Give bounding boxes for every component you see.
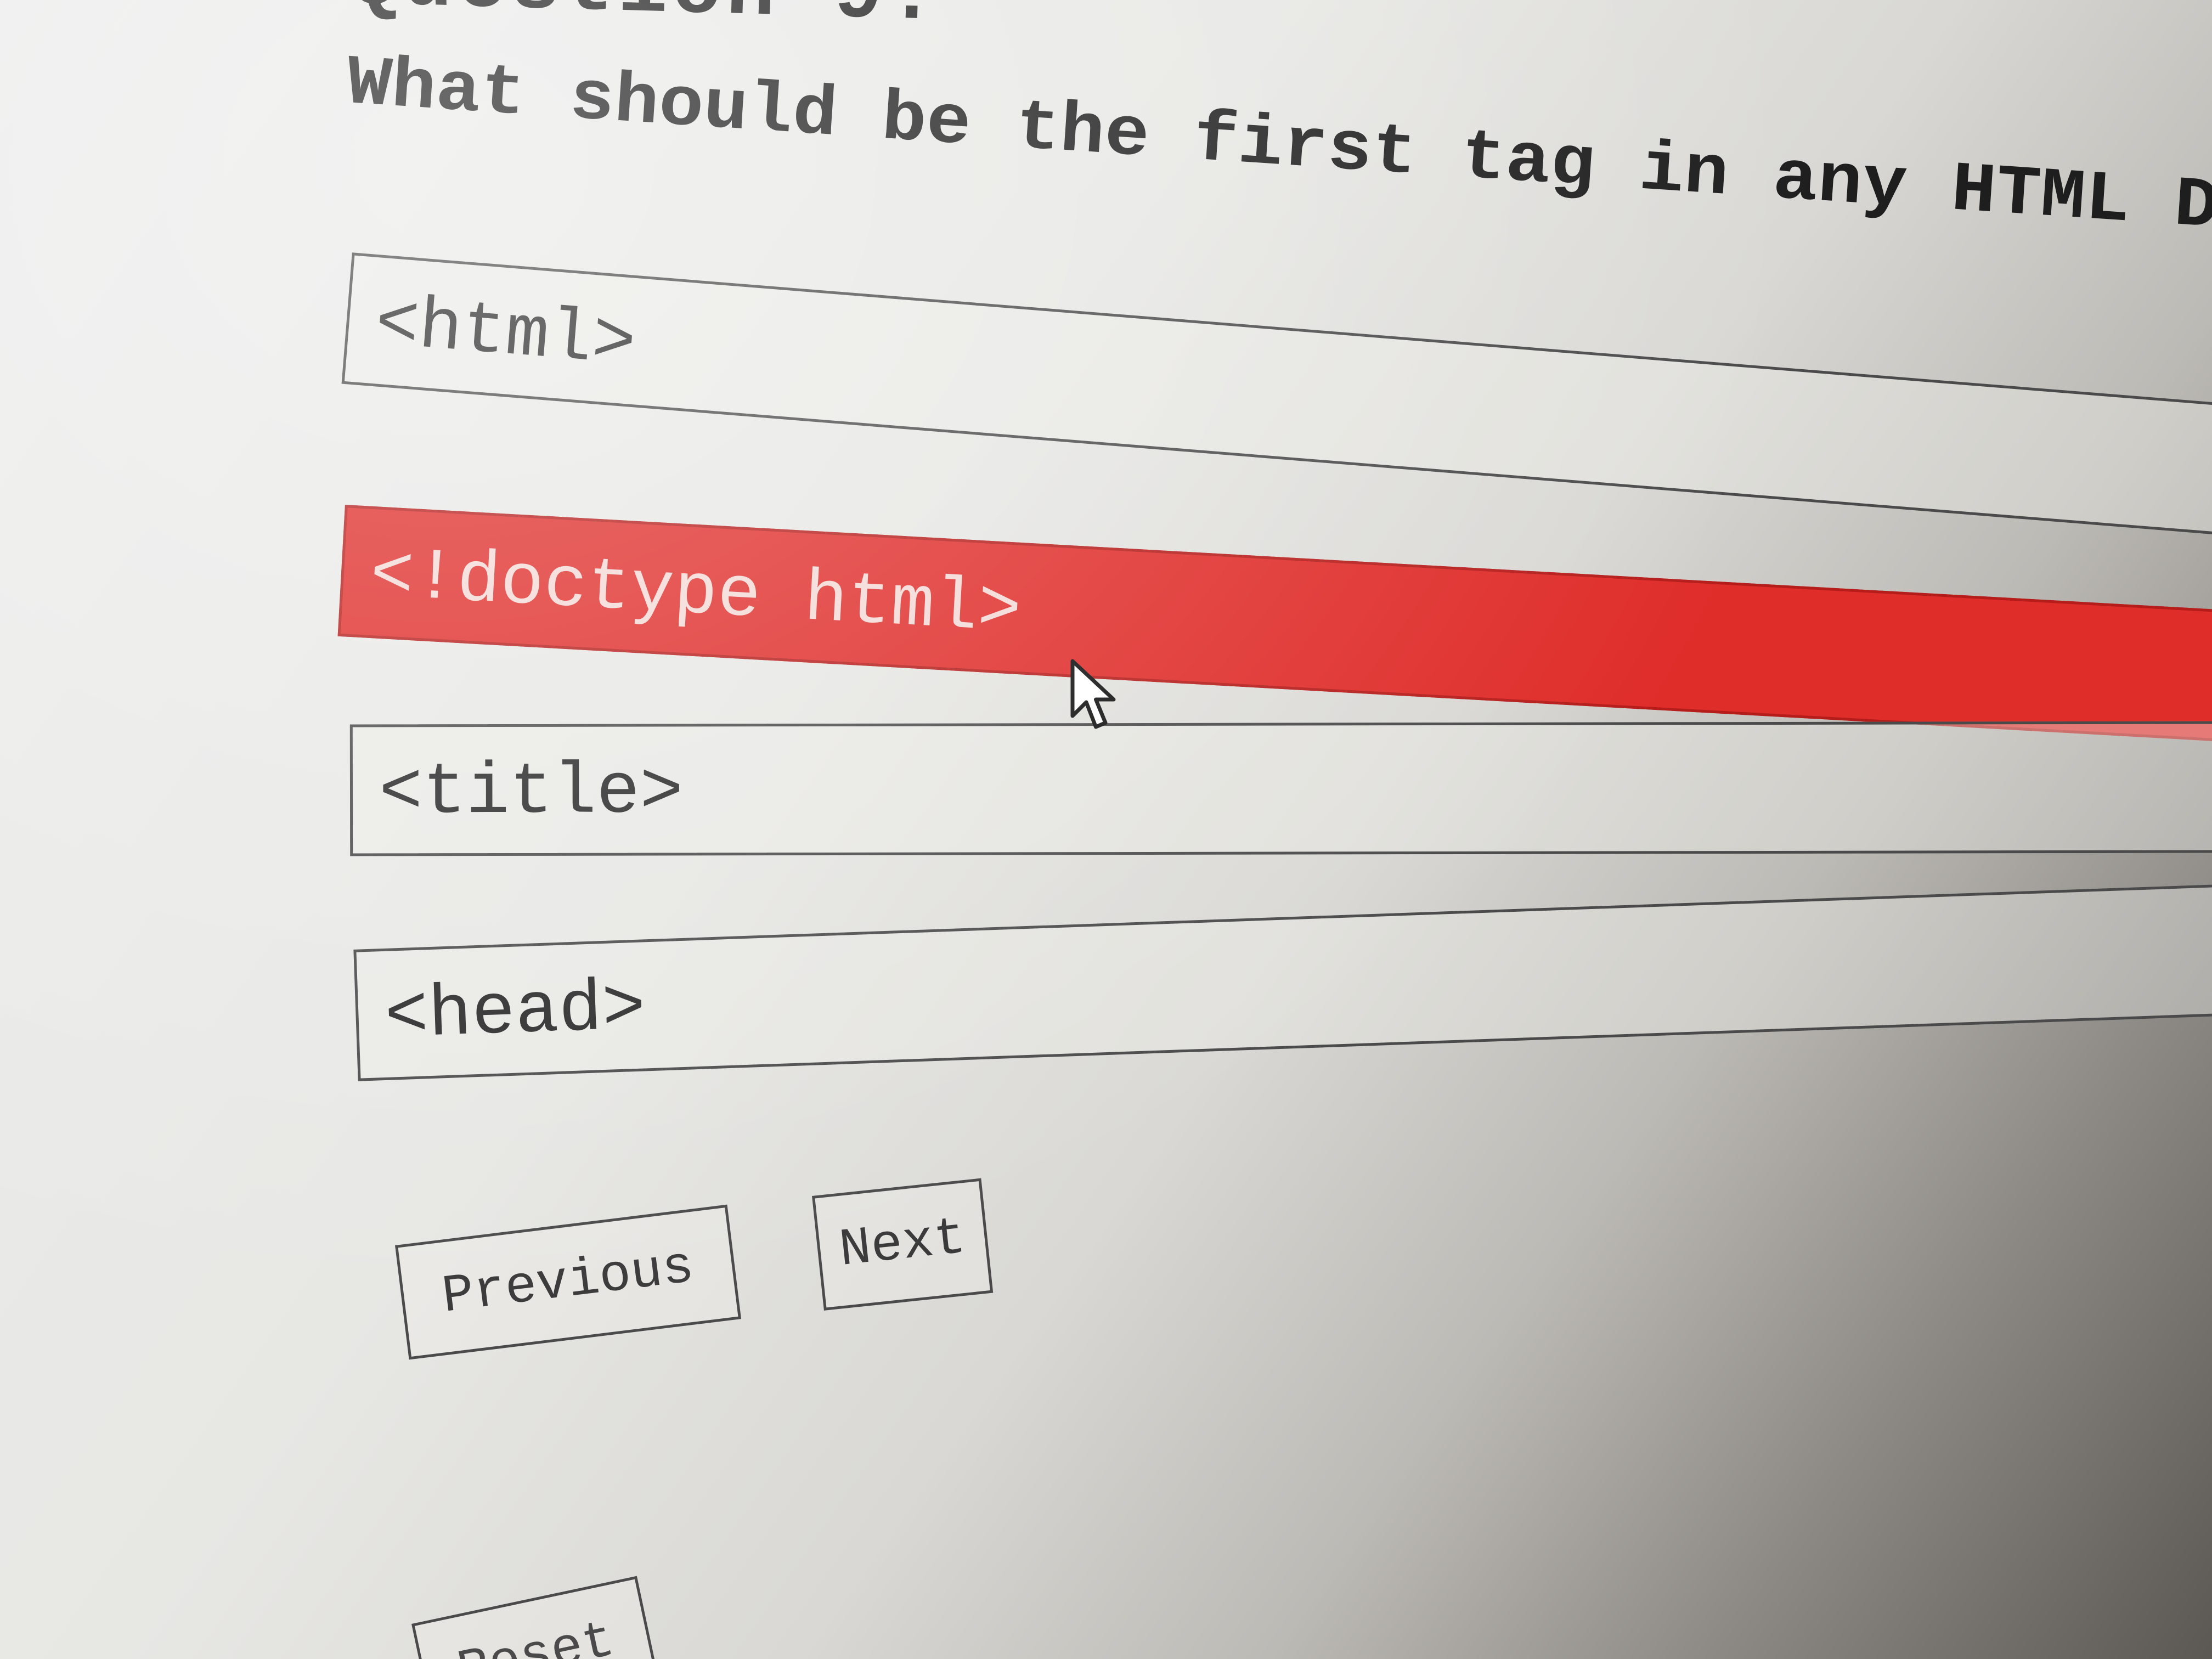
mouse-pointer-icon (1070, 659, 1116, 729)
answer-option[interactable]: <html> (341, 252, 2212, 547)
previous-button[interactable]: Previous (395, 1204, 742, 1360)
answer-option-selected[interactable]: <!doctype html> (337, 505, 2212, 750)
reset-button[interactable]: Reset (411, 1576, 661, 1659)
question-text: What should be the first tag in any HTML… (344, 44, 2212, 272)
answer-option[interactable]: <title> (349, 721, 2212, 856)
next-button[interactable]: Next (812, 1178, 994, 1311)
answer-option[interactable]: <head> (353, 878, 2212, 1081)
screen: Question 9: What should be the first tag… (0, 0, 2212, 1659)
question-number: Question 9: (348, 0, 942, 44)
